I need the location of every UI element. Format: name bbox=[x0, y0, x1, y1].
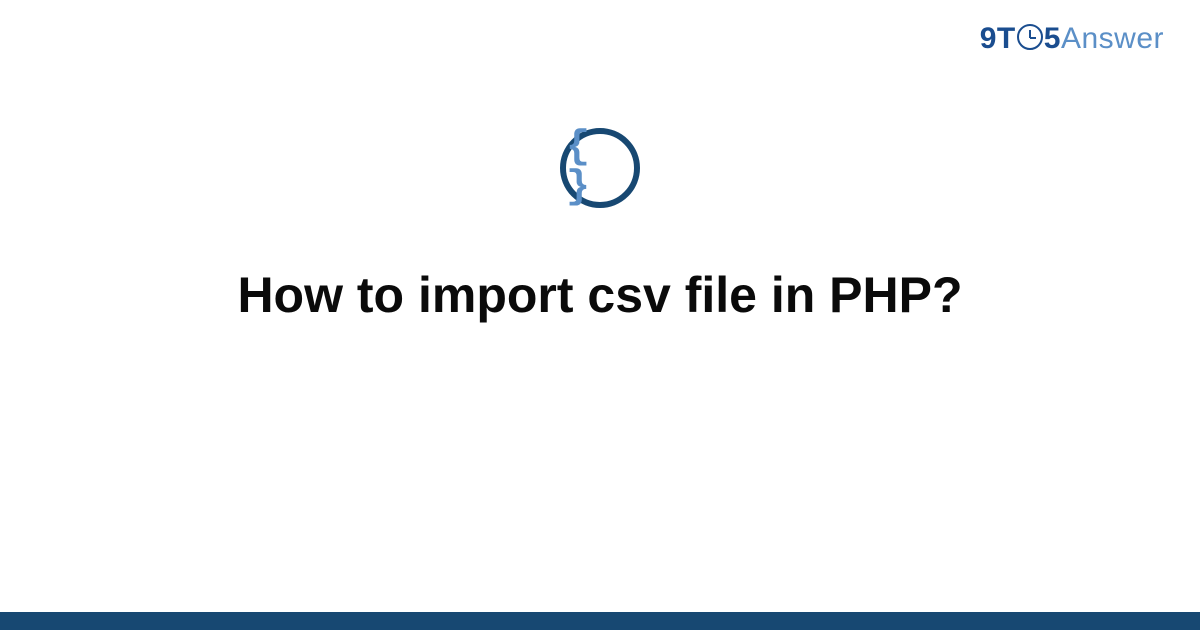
logo-text-5: 5 bbox=[1044, 22, 1061, 56]
logo-text-answer: Answer bbox=[1061, 22, 1164, 56]
code-braces-icon: { } bbox=[560, 128, 640, 208]
footer-bar bbox=[0, 612, 1200, 630]
site-logo: 9T 5 Answer bbox=[980, 22, 1164, 56]
logo-text-9t: 9T bbox=[980, 22, 1016, 56]
question-title: How to import csv file in PHP? bbox=[237, 266, 962, 324]
clock-icon bbox=[1017, 24, 1043, 50]
main-content: { } How to import csv file in PHP? bbox=[0, 128, 1200, 324]
braces-glyph: { } bbox=[566, 128, 634, 208]
